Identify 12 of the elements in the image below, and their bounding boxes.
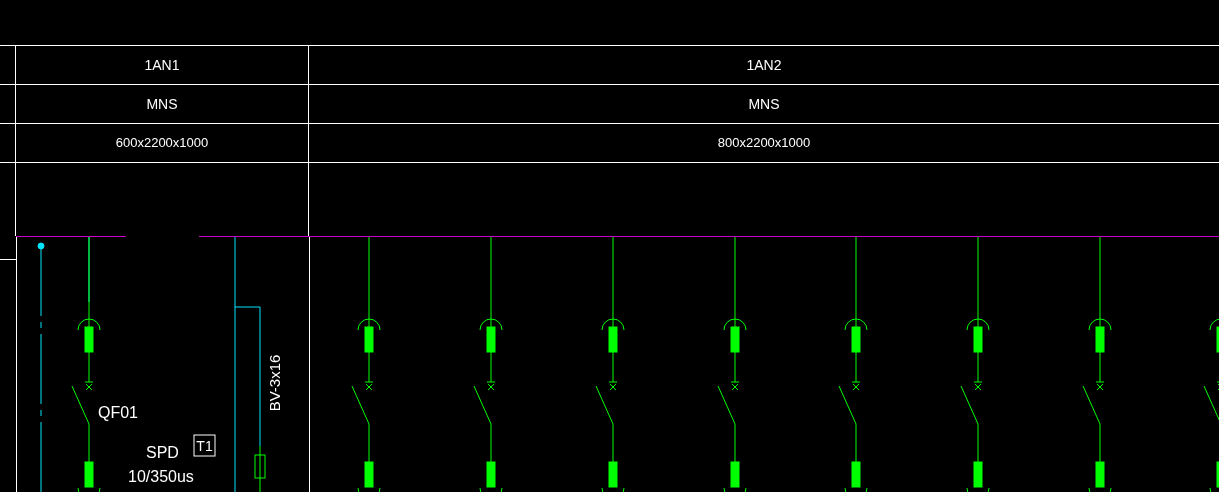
breaker-label: QF01 [98, 404, 138, 421]
spd-class-badge: T1 [193, 434, 216, 457]
panel-dimensions: 800x2200x1000 [717, 134, 811, 153]
spd-label: SPD [146, 444, 179, 461]
panel-dimensions: 600x2200x1000 [115, 134, 209, 153]
panel-designation: 1AN1 [144, 55, 180, 75]
fuse-drawing [254, 445, 266, 492]
spd-rating-label: 10/350us [128, 468, 194, 485]
panel-model: MNS [146, 94, 178, 114]
panel-designation: 1AN2 [746, 55, 782, 75]
cable-label: BV-3x16 [266, 354, 283, 412]
panel-model: MNS [748, 94, 780, 114]
